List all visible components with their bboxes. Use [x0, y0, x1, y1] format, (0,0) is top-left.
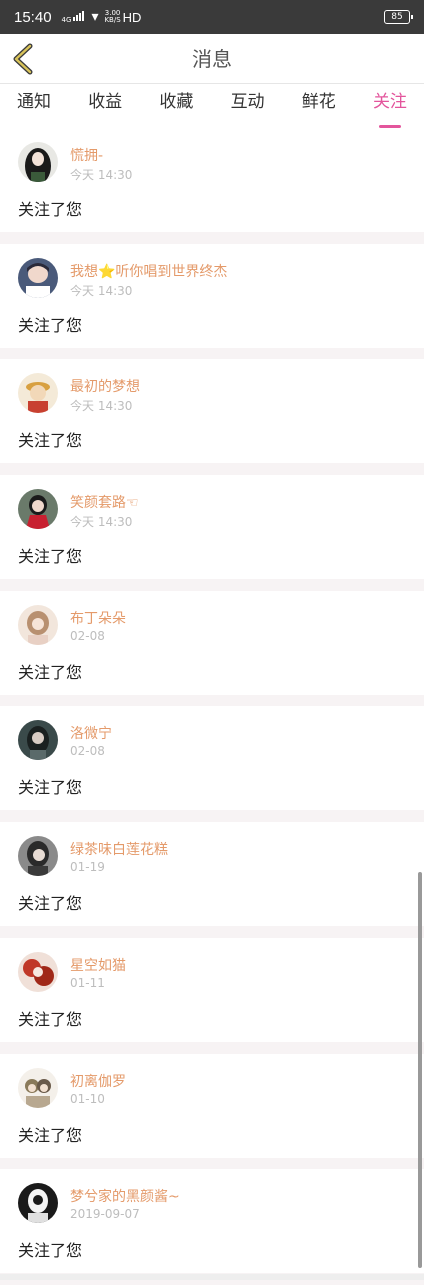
message-text: 关注了您 [18, 547, 83, 567]
username[interactable]: 笑颜套路☜ [70, 492, 139, 512]
hd-indicator: HD [122, 9, 142, 25]
avatar[interactable] [18, 257, 58, 298]
avatar[interactable] [18, 373, 58, 414]
username[interactable]: 最初的梦想 [70, 376, 140, 396]
message-text: 关注了您 [18, 200, 83, 219]
username[interactable]: 绿茶味白莲花糕 [70, 839, 168, 859]
message-text: 关注了您 [18, 1009, 83, 1029]
message-text: 关注了您 [18, 662, 83, 682]
list-item[interactable]: 笑颜套路☜ 今天 14:30 关注了您 [0, 475, 424, 580]
message-text: 关注了您 [18, 1241, 83, 1261]
username[interactable]: 我想⭐听你唱到世界终杰 [70, 261, 227, 281]
status-time: 15:40 [14, 8, 52, 26]
list-item[interactable]: 星空如猫 01-11 关注了您 [0, 937, 424, 1042]
username[interactable]: 梦兮家的黑颜酱~ [70, 1186, 180, 1206]
timestamp: 2019-09-07 [70, 1207, 140, 1222]
username[interactable]: 初离伽罗 [70, 1071, 126, 1091]
timestamp: 02-08 [70, 744, 105, 759]
avatar[interactable] [18, 489, 58, 530]
message-text: 关注了您 [18, 315, 83, 335]
tab-bar: 通知 收益 收藏 互动 鲜花 关注 [0, 84, 424, 128]
message-text: 关注了您 [18, 431, 83, 451]
timestamp: 今天 14:30 [70, 168, 133, 182]
timestamp: 今天 14:30 [70, 399, 133, 414]
timestamp: 今天 14:30 [70, 515, 133, 530]
back-arrow-icon[interactable] [10, 43, 40, 75]
status-bar: 15:40 4G ▾ 3.00 KB/S HD 85 [0, 0, 424, 34]
list-item[interactable]: 布丁朵朵 02-08 关注了您 [0, 590, 424, 695]
tab-follows[interactable]: 关注 [373, 84, 407, 128]
timestamp: 01-11 [70, 975, 105, 990]
scrollbar[interactable] [418, 872, 422, 1268]
navigation-bar: 消息 [0, 34, 424, 84]
tab-interactions[interactable]: 互动 [231, 84, 265, 128]
avatar[interactable] [18, 836, 58, 877]
avatar[interactable] [18, 1067, 58, 1108]
page-title: 消息 [192, 47, 232, 71]
bottom-divider [0, 1274, 424, 1280]
list-item[interactable]: 梦兮家的黑颜酱~ 2019-09-07 关注了您 [0, 1169, 424, 1274]
timestamp: 今天 14:30 [70, 283, 133, 298]
list-item[interactable]: 初离伽罗 01-10 关注了您 [0, 1053, 424, 1158]
list-item[interactable]: 我想⭐听你唱到世界终杰 今天 14:30 关注了您 [0, 243, 424, 348]
battery-icon: 85 [384, 10, 413, 24]
tab-earnings[interactable]: 收益 [88, 84, 122, 128]
message-text: 关注了您 [18, 894, 83, 914]
list-item[interactable]: 最初的梦想 今天 14:30 关注了您 [0, 359, 424, 464]
timestamp: 01-10 [70, 1091, 105, 1106]
avatar[interactable] [18, 604, 58, 645]
tab-flowers[interactable]: 鲜花 [302, 84, 336, 128]
list-item[interactable]: 洛微宁 02-08 关注了您 [0, 706, 424, 811]
timestamp: 01-19 [70, 860, 105, 875]
username[interactable]: 星空如猫 [70, 955, 126, 975]
list-item[interactable]: 慌拥- 今天 14:30 关注了您 [0, 128, 424, 232]
avatar[interactable] [18, 720, 58, 761]
avatar[interactable] [18, 1183, 58, 1224]
timestamp: 02-08 [70, 628, 105, 643]
signal-icon: 4G [62, 10, 86, 24]
wifi-icon: ▾ [91, 9, 99, 25]
message-text: 关注了您 [18, 1125, 83, 1145]
username[interactable]: 布丁朵朵 [70, 608, 126, 628]
tab-favorites[interactable]: 收藏 [159, 84, 193, 128]
avatar[interactable] [18, 951, 58, 992]
username[interactable]: 慌拥- [70, 145, 103, 165]
message-list: 慌拥- 今天 14:30 关注了您 我想⭐听你唱到世界终杰 今天 14:30 关… [0, 128, 424, 1285]
message-text: 关注了您 [18, 778, 83, 798]
list-item[interactable]: 绿茶味白莲花糕 01-19 关注了您 [0, 822, 424, 927]
tab-notifications[interactable]: 通知 [17, 84, 51, 128]
network-speed: 3.00 KB/S [104, 9, 121, 24]
avatar[interactable] [18, 142, 58, 182]
username[interactable]: 洛微宁 [70, 723, 112, 743]
